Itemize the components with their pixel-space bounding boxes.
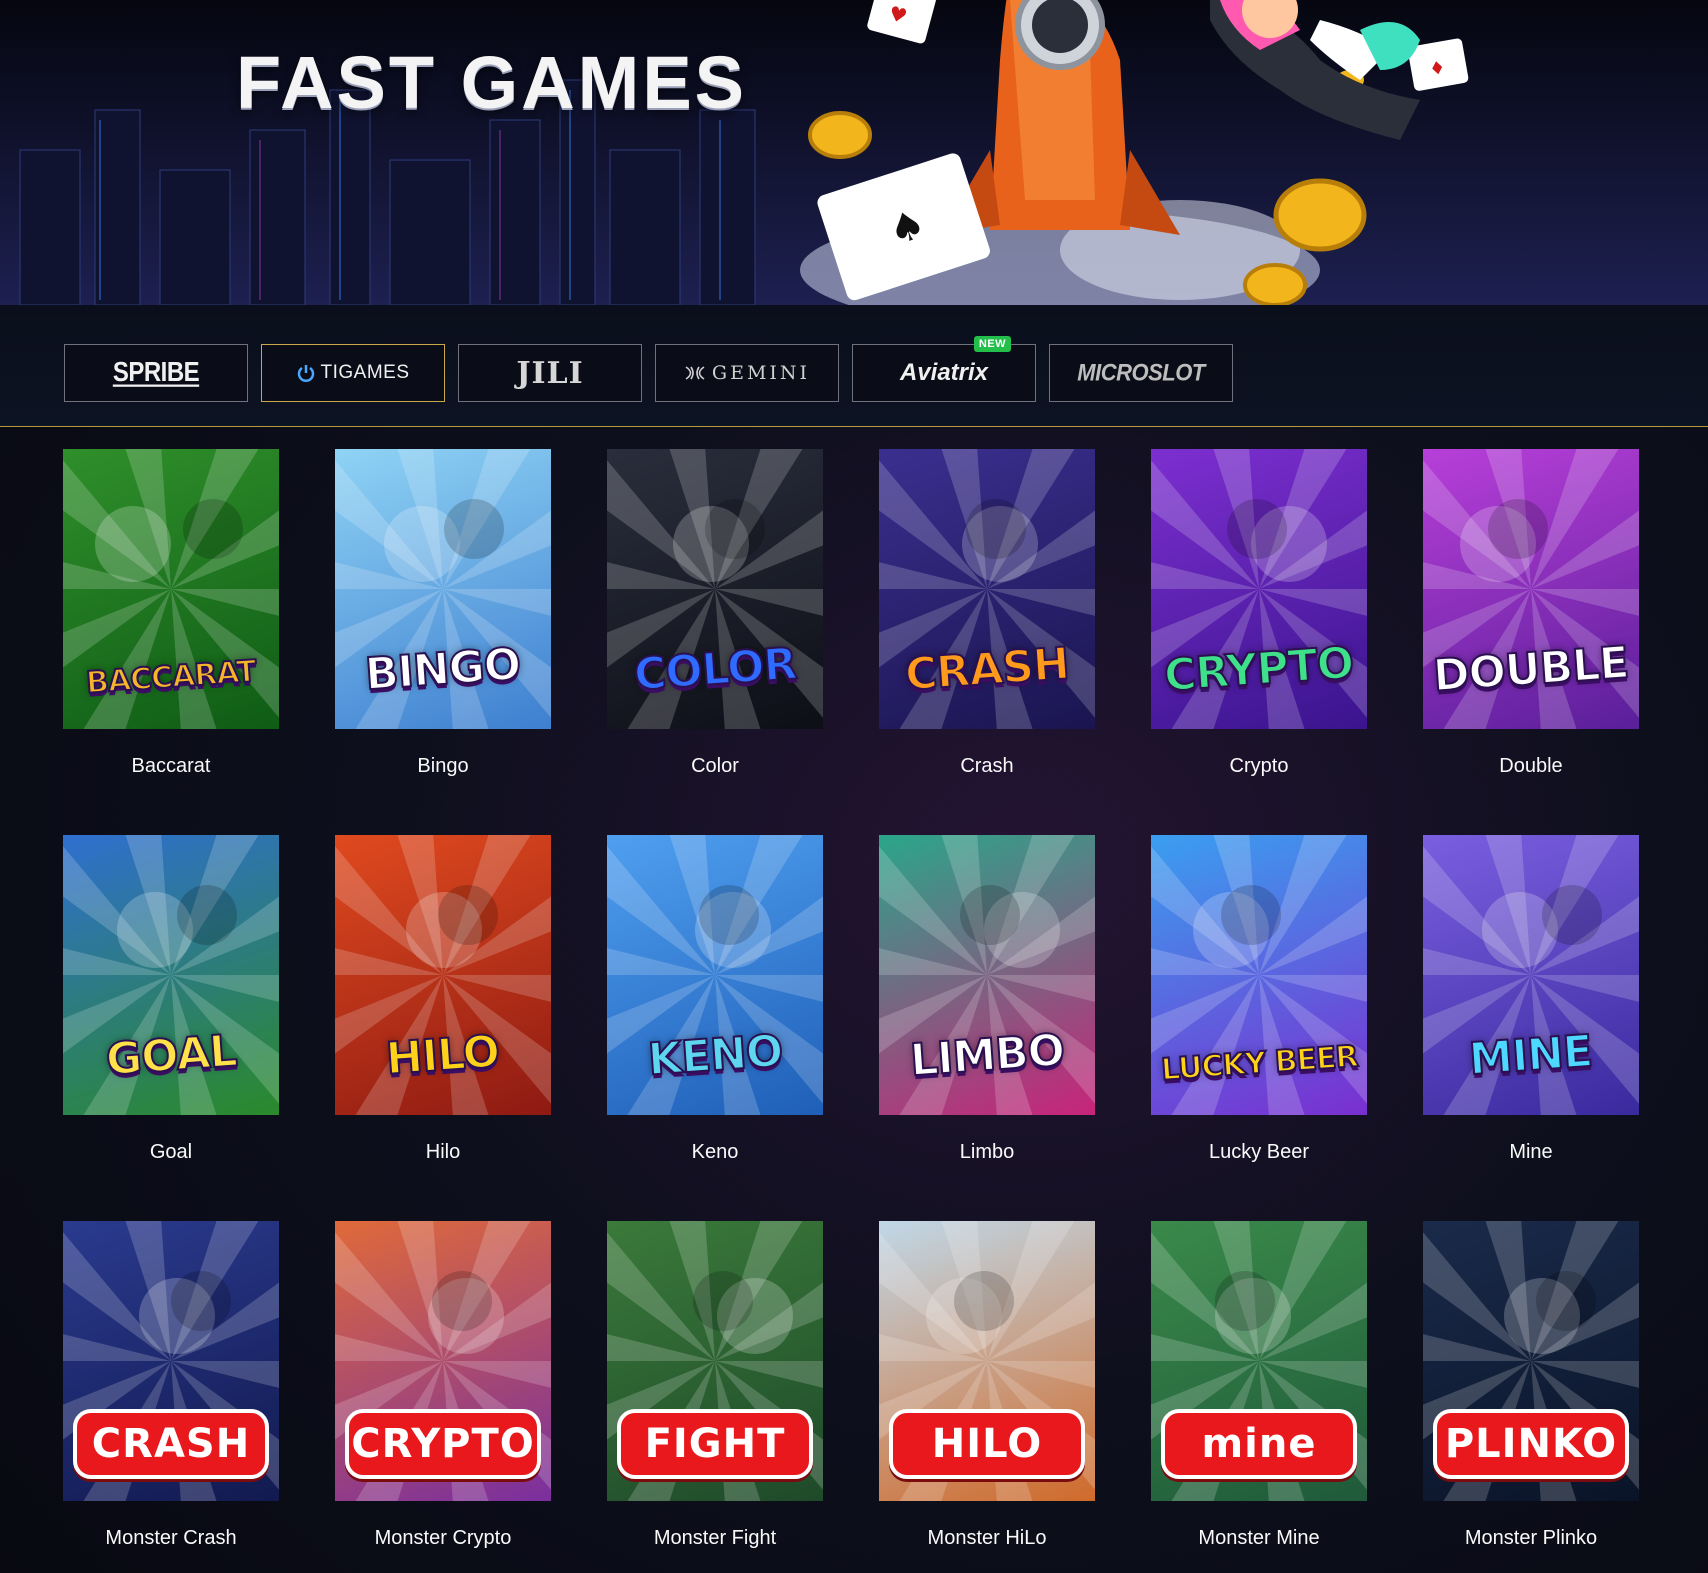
game-title[interactable]: Monster Fight: [607, 1527, 823, 1550]
game-thumbnail[interactable]: COLOR: [607, 449, 823, 729]
tab-label: JILI: [516, 355, 584, 391]
game-title[interactable]: Hilo: [335, 1141, 551, 1164]
game-title[interactable]: Monster Mine: [1151, 1527, 1367, 1550]
game-title[interactable]: Lucky Beer: [1151, 1141, 1367, 1164]
banner-title: FAST GAMES: [236, 41, 748, 124]
tab-spribe[interactable]: SPRIBE: [64, 344, 248, 402]
game-card-crash[interactable]: CRASH Crash: [879, 449, 1095, 835]
game-title[interactable]: Mine: [1423, 1141, 1639, 1164]
game-thumbnail[interactable]: BACCARAT: [63, 449, 279, 729]
game-card-keno[interactable]: KENO Keno: [607, 835, 823, 1221]
tab-tigames[interactable]: TIGAMES: [261, 344, 445, 402]
tab-jili[interactable]: JILI: [458, 344, 642, 402]
game-thumbnail[interactable]: KENO: [607, 835, 823, 1115]
tab-label: Aviatrix: [899, 359, 989, 386]
game-thumbnail[interactable]: FIGHT: [607, 1221, 823, 1501]
tab-label: GEMINI: [711, 362, 811, 384]
game-card-limbo[interactable]: LIMBO Limbo: [879, 835, 1095, 1221]
tab-gemini[interactable]: GEMINI: [655, 344, 839, 402]
game-title[interactable]: Monster Crash: [63, 1527, 279, 1550]
game-title[interactable]: Goal: [63, 1141, 279, 1164]
tab-label: MICROSLOT: [1077, 358, 1205, 387]
tab-label: TIGAMES: [320, 362, 410, 383]
game-title[interactable]: Crash: [879, 755, 1095, 778]
game-title[interactable]: Double: [1423, 755, 1639, 778]
new-badge: NEW: [973, 336, 1011, 352]
game-art-label: mine: [1161, 1409, 1357, 1479]
game-card-goal[interactable]: GOAL Goal: [63, 835, 279, 1221]
game-thumbnail[interactable]: HILO: [879, 1221, 1095, 1501]
game-card-monster-plinko[interactable]: PLINKO Monster Plinko: [1423, 1221, 1639, 1573]
game-card-color[interactable]: COLOR Color: [607, 449, 823, 835]
game-card-monster-crash[interactable]: CRASH Monster Crash: [63, 1221, 279, 1573]
game-title[interactable]: Color: [607, 755, 823, 778]
game-card-mine[interactable]: MINE Mine: [1423, 835, 1639, 1221]
game-thumbnail[interactable]: CRASH: [63, 1221, 279, 1501]
game-art-label: PLINKO: [1433, 1409, 1629, 1479]
game-art-label: HILO: [889, 1409, 1085, 1479]
power-icon: [298, 365, 315, 382]
game-art-label: HILO: [384, 1025, 502, 1086]
rocket-illustration: ♠ ♥ ♦: [800, 0, 1469, 305]
game-art-label: CRASH: [73, 1409, 269, 1479]
game-thumbnail[interactable]: PLINKO: [1423, 1221, 1639, 1501]
game-thumbnail[interactable]: CRASH: [879, 449, 1095, 729]
game-card-monster-fight[interactable]: FIGHT Monster Fight: [607, 1221, 823, 1573]
game-title[interactable]: Monster Crypto: [335, 1527, 551, 1550]
gemini-logo-icon: [685, 366, 705, 380]
game-card-baccarat[interactable]: BACCARAT Baccarat: [63, 449, 279, 835]
game-title[interactable]: Limbo: [879, 1141, 1095, 1164]
game-thumbnail[interactable]: DOUBLE: [1423, 449, 1639, 729]
game-thumbnail[interactable]: HILO: [335, 835, 551, 1115]
game-card-hilo[interactable]: HILO Hilo: [335, 835, 551, 1221]
game-card-monster-mine[interactable]: mine Monster Mine: [1151, 1221, 1367, 1573]
game-card-monster-crypto[interactable]: CRYPTO Monster Crypto: [335, 1221, 551, 1573]
game-card-bingo[interactable]: BINGO Bingo: [335, 449, 551, 835]
game-art-label: KENO: [645, 1024, 785, 1086]
game-thumbnail[interactable]: mine: [1151, 1221, 1367, 1501]
game-art-label: LIMBO: [907, 1024, 1066, 1088]
game-thumbnail[interactable]: GOAL: [63, 835, 279, 1115]
game-art-label: CRYPTO: [345, 1409, 541, 1479]
game-thumbnail[interactable]: CRYPTO: [335, 1221, 551, 1501]
game-title[interactable]: Keno: [607, 1141, 823, 1164]
tab-aviatrix[interactable]: Aviatrix NEW: [852, 336, 1036, 402]
hero-banner: FAST GAMES ♠ ♥ ♦: [0, 0, 1708, 305]
game-thumbnail[interactable]: CRYPTO: [1151, 449, 1367, 729]
game-card-lucky-beer[interactable]: LUCKY BEER Lucky Beer: [1151, 835, 1367, 1221]
game-title[interactable]: Monster HiLo: [879, 1527, 1095, 1550]
game-card-double[interactable]: DOUBLE Double: [1423, 449, 1639, 835]
game-art-label: BINGO: [363, 638, 523, 702]
game-thumbnail[interactable]: LIMBO: [879, 835, 1095, 1115]
game-art-label: MINE: [1467, 1025, 1595, 1086]
game-thumbnail[interactable]: BINGO: [335, 449, 551, 729]
game-grid: BACCARAT Baccarat BINGO Bingo COLOR Color CRAS…: [63, 449, 1639, 1573]
game-card-crypto[interactable]: CRYPTO Crypto: [1151, 449, 1367, 835]
game-title[interactable]: Baccarat: [63, 755, 279, 778]
game-art-label: GOAL: [103, 1025, 239, 1087]
game-art-label: FIGHT: [617, 1409, 813, 1479]
game-card-monster-hilo[interactable]: HILO Monster HiLo: [879, 1221, 1095, 1573]
provider-tabs: SPRIBE TIGAMES JILI GEMINI Aviatrix NEW …: [0, 305, 1708, 427]
tab-microslot[interactable]: MICROSLOT: [1049, 344, 1233, 402]
game-thumbnail[interactable]: LUCKY BEER: [1151, 835, 1367, 1115]
game-title[interactable]: Monster Plinko: [1423, 1527, 1639, 1550]
game-title[interactable]: Bingo: [335, 755, 551, 778]
game-title[interactable]: Crypto: [1151, 755, 1367, 778]
tab-label: SPRIBE: [112, 356, 200, 388]
game-thumbnail[interactable]: MINE: [1423, 835, 1639, 1115]
